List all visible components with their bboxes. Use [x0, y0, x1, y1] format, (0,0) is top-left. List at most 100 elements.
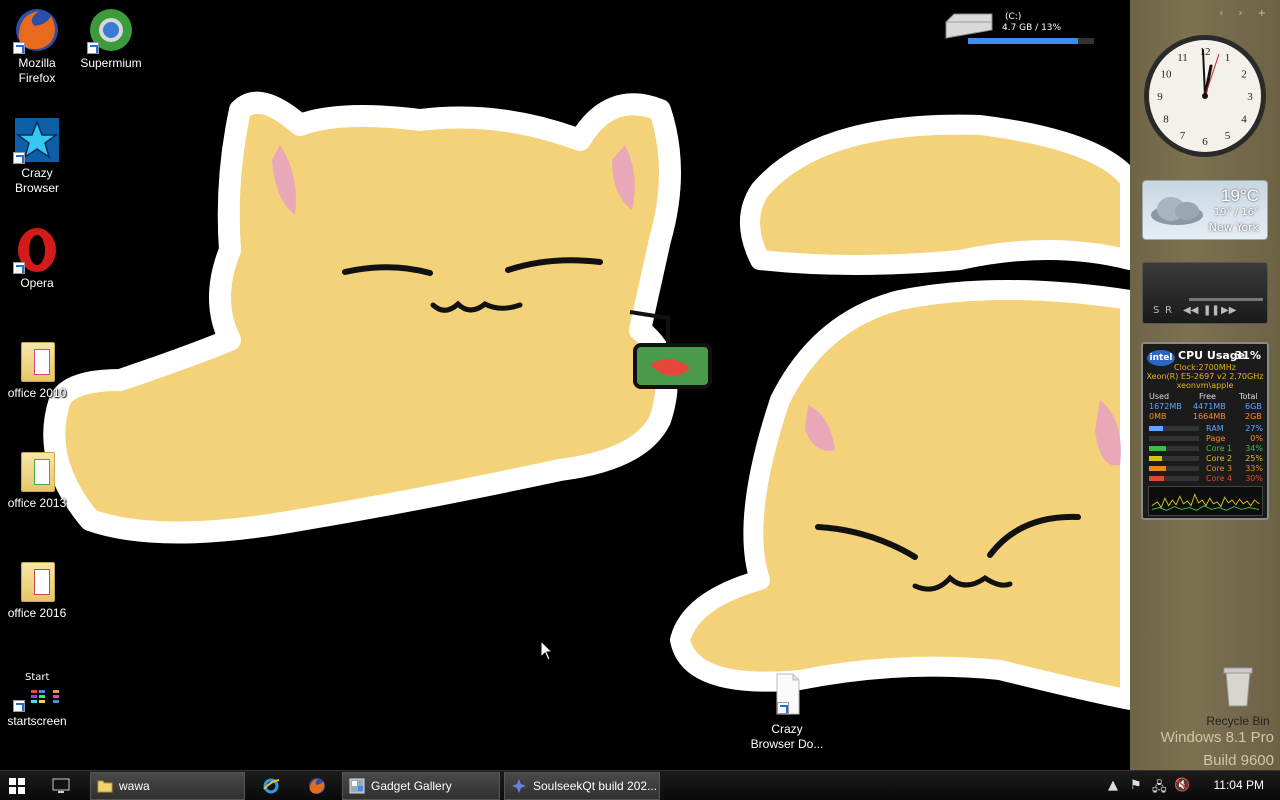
windows-logo-icon — [9, 778, 25, 794]
ram-free: 4471MB — [1193, 402, 1226, 411]
monitor-icon — [52, 778, 70, 793]
task-label: Gadget Gallery — [371, 779, 452, 793]
firefox-icon — [309, 778, 325, 794]
clock-numeral: 4 — [1241, 114, 1247, 126]
clock-numeral: 8 — [1163, 114, 1169, 126]
shortcut-arrow-icon — [13, 42, 25, 54]
cpu-meter-row: Core 1 34% — [1149, 444, 1263, 454]
cpu-meter-fill — [1149, 466, 1166, 471]
cpu-meter-track — [1149, 436, 1199, 441]
document-icon — [763, 672, 811, 720]
taskbar: wawa Gadget Gallery SoulseekQt build 202… — [0, 770, 1280, 800]
taskbar-task-soulseek[interactable]: SoulseekQt build 202... — [504, 772, 660, 800]
desktop-icon-office-2016[interactable]: office 2016 — [0, 556, 74, 621]
cpu-meter-percent: 25% — [1245, 454, 1263, 463]
taskbar-pinned-start-screen[interactable] — [52, 772, 74, 800]
ram-used: 1672MB — [1149, 402, 1182, 411]
taskbar-pinned-firefox[interactable] — [308, 772, 328, 800]
cpu-meter-fill — [1149, 476, 1164, 481]
desktop-icon-startscreen[interactable]: Start startscreen — [0, 670, 74, 729]
crazy-browser-icon — [13, 116, 61, 164]
media-progress-bar[interactable] — [1189, 298, 1263, 301]
shuffle-button[interactable]: S — [1153, 305, 1159, 316]
desktop-icon-label: startscreen — [7, 714, 67, 728]
mouse-cursor-icon — [540, 640, 554, 661]
desktop-wallpaper — [43, 91, 1130, 710]
repeat-button[interactable]: R — [1165, 305, 1172, 316]
taskbar-task-wawa[interactable]: wawa — [90, 772, 245, 800]
cpu-meter-fill — [1149, 426, 1163, 431]
cloud-icon — [1151, 197, 1203, 225]
desktop-icon-label: office 2013 — [7, 496, 67, 510]
weather-range: 19° / 16° — [1213, 207, 1259, 218]
desktop-icon-opera[interactable]: Opera — [0, 226, 74, 291]
cpu-meter-gadget[interactable]: intel CPU Usage 31% Clock:2700MHz Xeon(R… — [1141, 342, 1269, 520]
pause-icon[interactable]: ❚❚ — [1203, 305, 1220, 316]
cpu-history-graph — [1148, 486, 1263, 516]
cpu-meter-percent: 30% — [1245, 474, 1263, 483]
desktop-icon-supermium[interactable]: Supermium — [74, 6, 148, 71]
supermium-icon — [87, 6, 135, 54]
cpu-meter-fill — [1149, 446, 1166, 451]
page-free: 1664MB — [1193, 412, 1226, 421]
watermark-edition: Windows 8.1 Pro — [1160, 729, 1274, 746]
desktop-icon-office-2013[interactable]: office 2013 — [0, 446, 74, 511]
drive-usage-fill — [968, 38, 1078, 44]
cpu-meter-track — [1149, 456, 1199, 461]
page-used: 0MB — [1149, 412, 1167, 421]
clock-numeral: 1 — [1225, 52, 1231, 64]
next-icon[interactable]: ▶▶ — [1221, 305, 1236, 316]
cpu-meter-percent: 33% — [1245, 464, 1263, 473]
desktop-icon-firefox[interactable]: Mozilla Firefox — [0, 6, 74, 86]
clock-numeral: 6 — [1202, 136, 1208, 148]
cpu-percent: 31% — [1234, 349, 1261, 362]
clock-numeral: 12 — [1200, 46, 1211, 58]
clock-numeral: 7 — [1180, 130, 1186, 142]
weather-gadget[interactable]: 19°C 19° / 16° New York — [1142, 180, 1268, 240]
cpu-model: Xeon(R) E5-2697 v2 2.70GHz — [1146, 372, 1264, 381]
start-caption: Start — [25, 672, 50, 683]
col-total: Total — [1239, 392, 1258, 401]
start-button[interactable] — [8, 772, 32, 800]
taskbar-task-gadget-gallery[interactable]: Gadget Gallery — [342, 772, 500, 800]
opera-icon — [13, 226, 61, 274]
desktop-icon-recycle-bin[interactable]: Recycle Bin — [1200, 664, 1276, 728]
taskbar-pinned-internet-explorer[interactable] — [262, 772, 282, 800]
cpu-meter-label: Core 3 — [1206, 464, 1233, 473]
wallpaper-cat-left — [43, 91, 712, 544]
desktop-icon-label: Supermium — [80, 56, 142, 70]
clock-numeral: 10 — [1161, 69, 1173, 81]
cpu-host: xeonvm\apple — [1176, 381, 1234, 390]
taskbar-clock[interactable]: 11:04 PM — [1214, 778, 1264, 792]
system-tray: ▲ ⚑ 🖧 🔇 11:04 PM — [1100, 771, 1280, 800]
cpu-meter-fill — [1149, 456, 1162, 461]
previous-icon[interactable]: ◀◀ — [1183, 305, 1198, 316]
task-label: wawa — [119, 779, 150, 793]
wallpaper-cat-right — [670, 114, 1130, 710]
desktop-icon-crazy-browser[interactable]: Crazy Browser — [0, 116, 74, 196]
cpu-meter-row: Core 2 25% — [1149, 454, 1263, 464]
desktop-icon-crazy-browser-doc[interactable]: Crazy Browser Do... — [750, 672, 824, 752]
desktop-icon-label: office 2010 — [7, 386, 67, 400]
media-player-gadget[interactable]: S R ◀◀ ❚❚ ▶▶ — [1142, 262, 1268, 324]
show-hidden-icons-chevron-icon[interactable]: ▲ — [1108, 778, 1118, 793]
network-icon[interactable]: 🖧 — [1152, 778, 1167, 800]
action-center-flag-icon[interactable]: ⚑ — [1130, 778, 1142, 793]
clock-gadget[interactable]: 123456789101112 — [1141, 32, 1269, 160]
shortcut-arrow-icon — [13, 152, 25, 164]
cpu-meter-track — [1149, 466, 1199, 471]
sidebar-nav-arrows-icon[interactable]: ‹ › + — [1219, 8, 1272, 19]
drive-gadget[interactable]: (C:) 4.7 GB / 13% — [942, 10, 1102, 50]
drive-usage-bar — [968, 38, 1094, 44]
cpu-meter-label: Core 1 — [1206, 444, 1233, 453]
clock-numeral: 5 — [1225, 130, 1231, 142]
desktop-icon-label: office 2016 — [7, 606, 67, 620]
internet-explorer-icon — [263, 778, 280, 794]
clock-numeral: 9 — [1157, 91, 1163, 103]
weather-temperature: 19°C — [1221, 186, 1259, 205]
shortcut-arrow-icon — [87, 42, 99, 54]
desktop-icon-office-2010[interactable]: office 2010 — [0, 336, 74, 401]
shortcut-arrow-icon — [13, 700, 25, 712]
volume-muted-icon[interactable]: 🔇 — [1174, 778, 1190, 793]
folder-icon — [97, 780, 113, 793]
